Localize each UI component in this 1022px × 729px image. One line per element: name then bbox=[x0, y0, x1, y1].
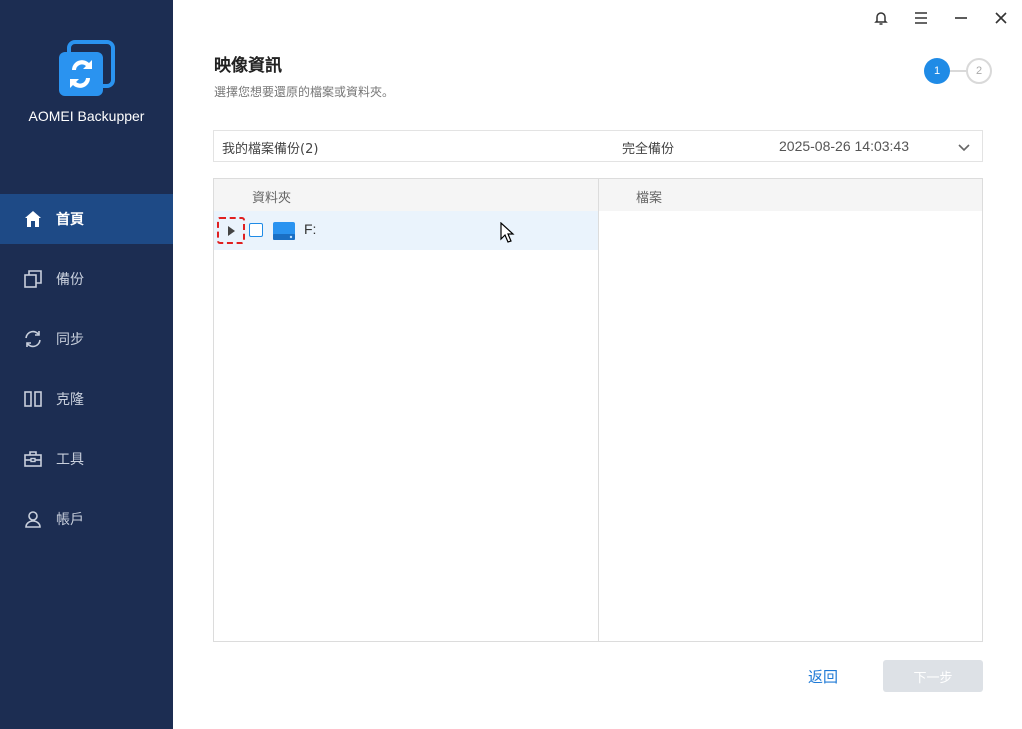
sidebar-item-sync[interactable]: 同步 bbox=[0, 314, 173, 364]
sidebar-item-label: 首頁 bbox=[56, 212, 84, 228]
files-header-label: 檔案 bbox=[636, 191, 663, 206]
home-icon bbox=[23, 209, 43, 229]
sidebar-item-label: 工具 bbox=[56, 452, 84, 468]
tools-icon bbox=[23, 449, 43, 469]
files-header: 檔案 bbox=[599, 179, 982, 211]
step-indicator: 1 2 bbox=[924, 58, 994, 84]
file-browser: 資料夾 F: 檔案 bbox=[213, 178, 983, 642]
folders-panel: 資料夾 F: bbox=[214, 179, 599, 641]
chevron-down-icon[interactable] bbox=[956, 139, 972, 155]
menu-icon bbox=[913, 10, 929, 30]
sidebar-item-tools[interactable]: 工具 bbox=[0, 434, 173, 484]
clone-icon bbox=[23, 389, 43, 409]
backup-type: 完全備份 bbox=[622, 142, 675, 157]
next-button[interactable]: 下一步 bbox=[883, 660, 983, 692]
close-icon bbox=[993, 10, 1009, 30]
backup-name: 我的檔案備份(2) bbox=[222, 142, 319, 157]
app-name: AOMEI Backupper bbox=[28, 108, 145, 124]
files-panel: 檔案 bbox=[599, 179, 982, 641]
backup-selector[interactable]: 我的檔案備份(2) 完全備份 2025-08-26 14:03:43 bbox=[213, 130, 983, 162]
drive-checkbox[interactable] bbox=[249, 223, 263, 237]
aomei-logo-icon bbox=[57, 40, 115, 98]
sync-icon bbox=[23, 329, 43, 349]
sidebar-item-account[interactable]: 帳戶 bbox=[0, 494, 173, 544]
account-icon bbox=[23, 509, 43, 529]
sidebar: AOMEI Backupper 首頁 備份 同步 克隆 工具 帳戶 bbox=[0, 0, 173, 729]
mouse-cursor-icon bbox=[500, 221, 516, 244]
page-title: 映像資訊 bbox=[214, 56, 282, 76]
minimize-button[interactable] bbox=[949, 8, 973, 32]
backup-time: 2025-08-26 14:03:43 bbox=[779, 138, 909, 154]
tree-row-drive-f[interactable]: F: bbox=[214, 211, 598, 250]
bell-icon bbox=[873, 10, 889, 30]
backup-icon bbox=[23, 269, 43, 289]
sidebar-item-label: 克隆 bbox=[56, 392, 84, 408]
step-connector bbox=[949, 70, 967, 72]
sidebar-item-label: 備份 bbox=[56, 272, 84, 288]
menu-button[interactable] bbox=[909, 8, 933, 32]
step-1: 1 bbox=[924, 58, 950, 84]
minimize-icon bbox=[953, 10, 969, 30]
sidebar-item-home[interactable]: 首頁 bbox=[0, 194, 173, 244]
back-button[interactable]: 返回 bbox=[808, 666, 838, 687]
sidebar-item-clone[interactable]: 克隆 bbox=[0, 374, 173, 424]
expand-toggle[interactable] bbox=[217, 217, 245, 244]
step-2: 2 bbox=[966, 58, 992, 84]
folders-header-label: 資料夾 bbox=[252, 191, 292, 206]
folders-header: 資料夾 bbox=[214, 179, 598, 211]
bell-button[interactable] bbox=[869, 8, 893, 32]
sidebar-item-backup[interactable]: 備份 bbox=[0, 254, 173, 304]
sidebar-item-label: 同步 bbox=[56, 332, 84, 348]
sidebar-item-label: 帳戶 bbox=[56, 512, 84, 528]
drive-icon bbox=[272, 220, 296, 242]
close-button[interactable] bbox=[989, 8, 1013, 32]
caret-right-icon bbox=[226, 221, 236, 240]
drive-label: F: bbox=[304, 221, 317, 237]
page-subtitle: 選擇您想要還原的檔案或資料夾。 bbox=[214, 85, 395, 99]
